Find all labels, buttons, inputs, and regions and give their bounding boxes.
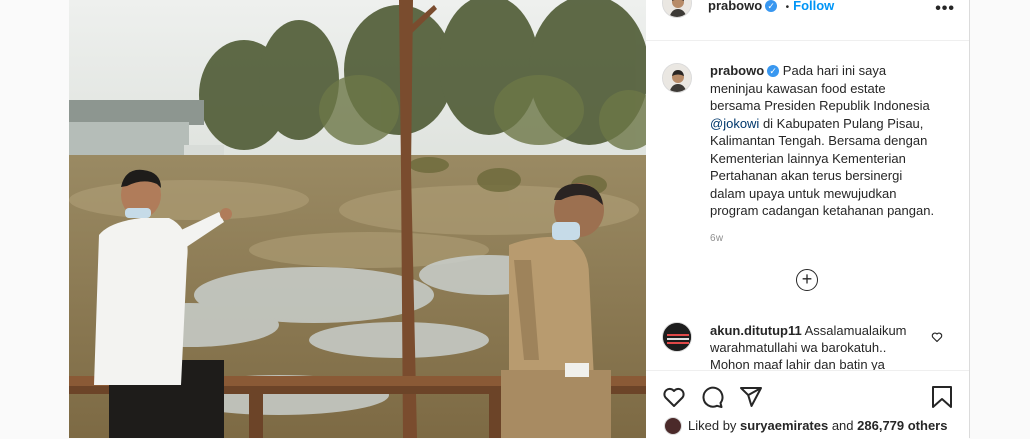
caption-verified-icon: ✓ [767,65,780,77]
caption-username[interactable]: prabowo [710,63,764,78]
caption-line-1: Pada hari ini saya [782,63,887,78]
like-icon[interactable] [662,385,686,414]
likes-middle: and [828,418,858,433]
load-more-comments-icon[interactable]: + [796,269,818,291]
comment-avatar[interactable] [662,322,692,352]
comment-username[interactable]: akun.ditutup11 [710,323,802,338]
comment-item: akun.ditutup11 Assalamualaikum warahmatu… [710,322,932,370]
caption-line-5: Kalimantan Tengah. Bersama dengan [710,133,928,148]
caption-line-2: meninjau kawasan food estate [710,80,886,96]
caption-avatar[interactable] [662,63,692,93]
comment-line-2: warahmatullahi wa barokatuh.. [710,340,887,355]
post-panel: prabowo ✓ • Follow ••• prabowo ✓ Pada hari … [646,0,970,439]
caption-line-6: Kementerian lainnya Kementerian [710,150,906,166]
post-actions-bar: Liked by suryaemirates and 286,779 other… [646,370,969,439]
comment-line-3: Mohon maaf lahir dan batin ya [710,357,885,370]
post-caption: prabowo ✓ Pada hari ini saya meninjau kaw… [710,62,952,220]
liker-username[interactable]: suryaemirates [740,418,828,433]
more-options-icon[interactable]: ••• [935,0,955,18]
post-header: prabowo ✓ • Follow ••• [646,0,969,41]
author-avatar[interactable] [662,0,692,18]
caption-line-3: bersama Presiden Republik Indonesia [710,98,930,113]
comment-icon[interactable] [700,385,724,414]
likes-prefix: Liked by [688,418,741,433]
caption-avatar-image [663,64,691,92]
post-photo-image [69,0,646,438]
comment-like-icon[interactable] [931,330,943,348]
comment-line-1: Assalamualaikum [804,323,907,338]
share-icon[interactable] [739,385,763,414]
header-user-row: prabowo ✓ • Follow [708,0,834,15]
liker-avatar[interactable] [664,417,682,435]
likes-count[interactable]: 286,779 others [857,418,947,433]
comment-avatar-image [663,323,691,351]
post-photo[interactable] [69,0,646,438]
caption-line-8: dalam upaya untuk mewujudkan [710,185,897,201]
mention-link[interactable]: @jokowi [710,116,759,131]
post-time[interactable]: 6w [710,233,723,244]
follow-button[interactable]: Follow [793,0,834,13]
caption-line-9: program cadangan ketahanan pangan. [710,203,935,218]
likes-summary: Liked by suryaemirates and 286,779 other… [664,417,947,435]
header-username[interactable]: prabowo [708,0,762,13]
save-bookmark-icon[interactable] [931,385,953,414]
verified-badge-icon: ✓ [765,0,778,12]
caption-line-4: di Kabupaten Pulang Pisau, [759,115,924,131]
caption-line-7: Pertahanan akan terus bersinergi [710,168,903,183]
header-separator: • [785,2,790,13]
avatar-image [663,0,691,17]
